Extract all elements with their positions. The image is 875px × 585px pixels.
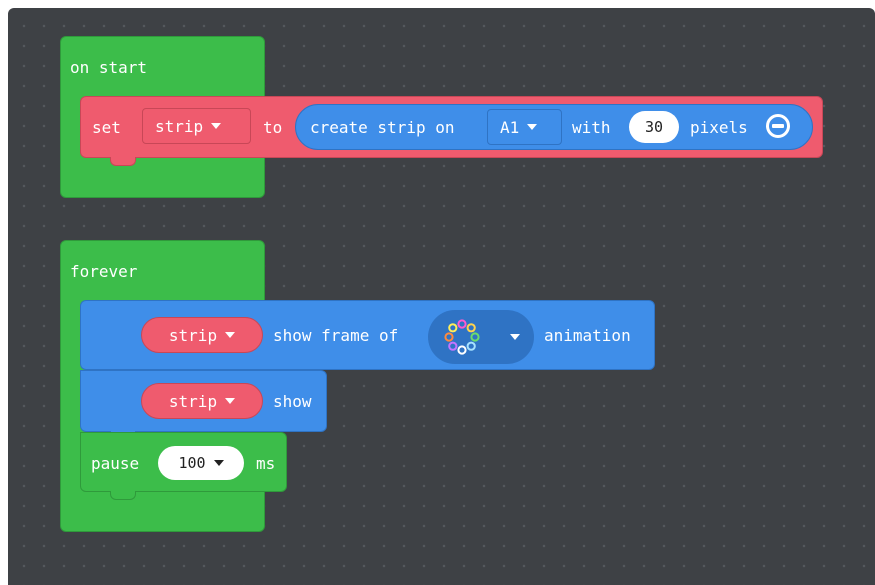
create-strip-label: create strip on	[310, 118, 455, 137]
chevron-down-icon	[225, 398, 236, 404]
strip-variable-dropdown-2[interactable]: strip	[141, 383, 263, 419]
ring-pixel	[466, 323, 476, 333]
ring-pixel	[457, 345, 467, 355]
pause-block-notch	[110, 491, 136, 500]
ring-pixel	[466, 341, 476, 351]
ring-pixel	[457, 319, 467, 329]
chevron-down-icon	[510, 334, 520, 340]
chevron-down-icon	[225, 332, 236, 338]
rainbow-ring-icon	[444, 319, 480, 355]
animation-dropdown[interactable]	[428, 310, 534, 364]
chevron-down-icon	[211, 123, 222, 129]
forever-label: forever	[70, 262, 138, 281]
remove-parameter-icon[interactable]	[766, 114, 790, 138]
pin-dropdown-label: A1	[500, 117, 520, 137]
ring-pixel	[444, 332, 454, 342]
pause-duration-value: 100	[178, 454, 206, 472]
show-label: show	[273, 392, 312, 411]
ring-pixel	[448, 341, 458, 351]
strip-dropdown-label: strip	[168, 325, 218, 345]
with-label: with	[572, 118, 611, 137]
pin-dropdown[interactable]: A1	[487, 109, 562, 145]
show-frame-label: show frame of	[273, 326, 399, 345]
set-block-notch	[110, 157, 136, 166]
set-label: set	[92, 118, 121, 137]
strip-variable-dropdown[interactable]: strip	[141, 317, 263, 353]
pixel-count-value: 30	[644, 118, 664, 136]
ms-label: ms	[256, 454, 276, 473]
animation-label: animation	[544, 326, 631, 345]
chevron-down-icon	[527, 124, 538, 130]
variable-dropdown-label: strip	[155, 116, 204, 136]
pause-duration-dropdown[interactable]: 100	[158, 446, 244, 480]
pixels-label: pixels	[690, 118, 748, 137]
ring-pixel	[470, 332, 480, 342]
pixel-count-input[interactable]: 30	[629, 111, 679, 143]
pause-label: pause	[91, 454, 140, 473]
variable-dropdown[interactable]: strip	[142, 108, 251, 144]
to-label: to	[263, 118, 283, 137]
chevron-down-icon	[213, 460, 224, 466]
on-start-label: on start	[70, 58, 148, 77]
blocks-workspace[interactable]: on start set strip to create strip on A1…	[8, 8, 875, 585]
strip-dropdown-label-2: strip	[168, 391, 218, 411]
ring-pixel	[448, 323, 458, 333]
